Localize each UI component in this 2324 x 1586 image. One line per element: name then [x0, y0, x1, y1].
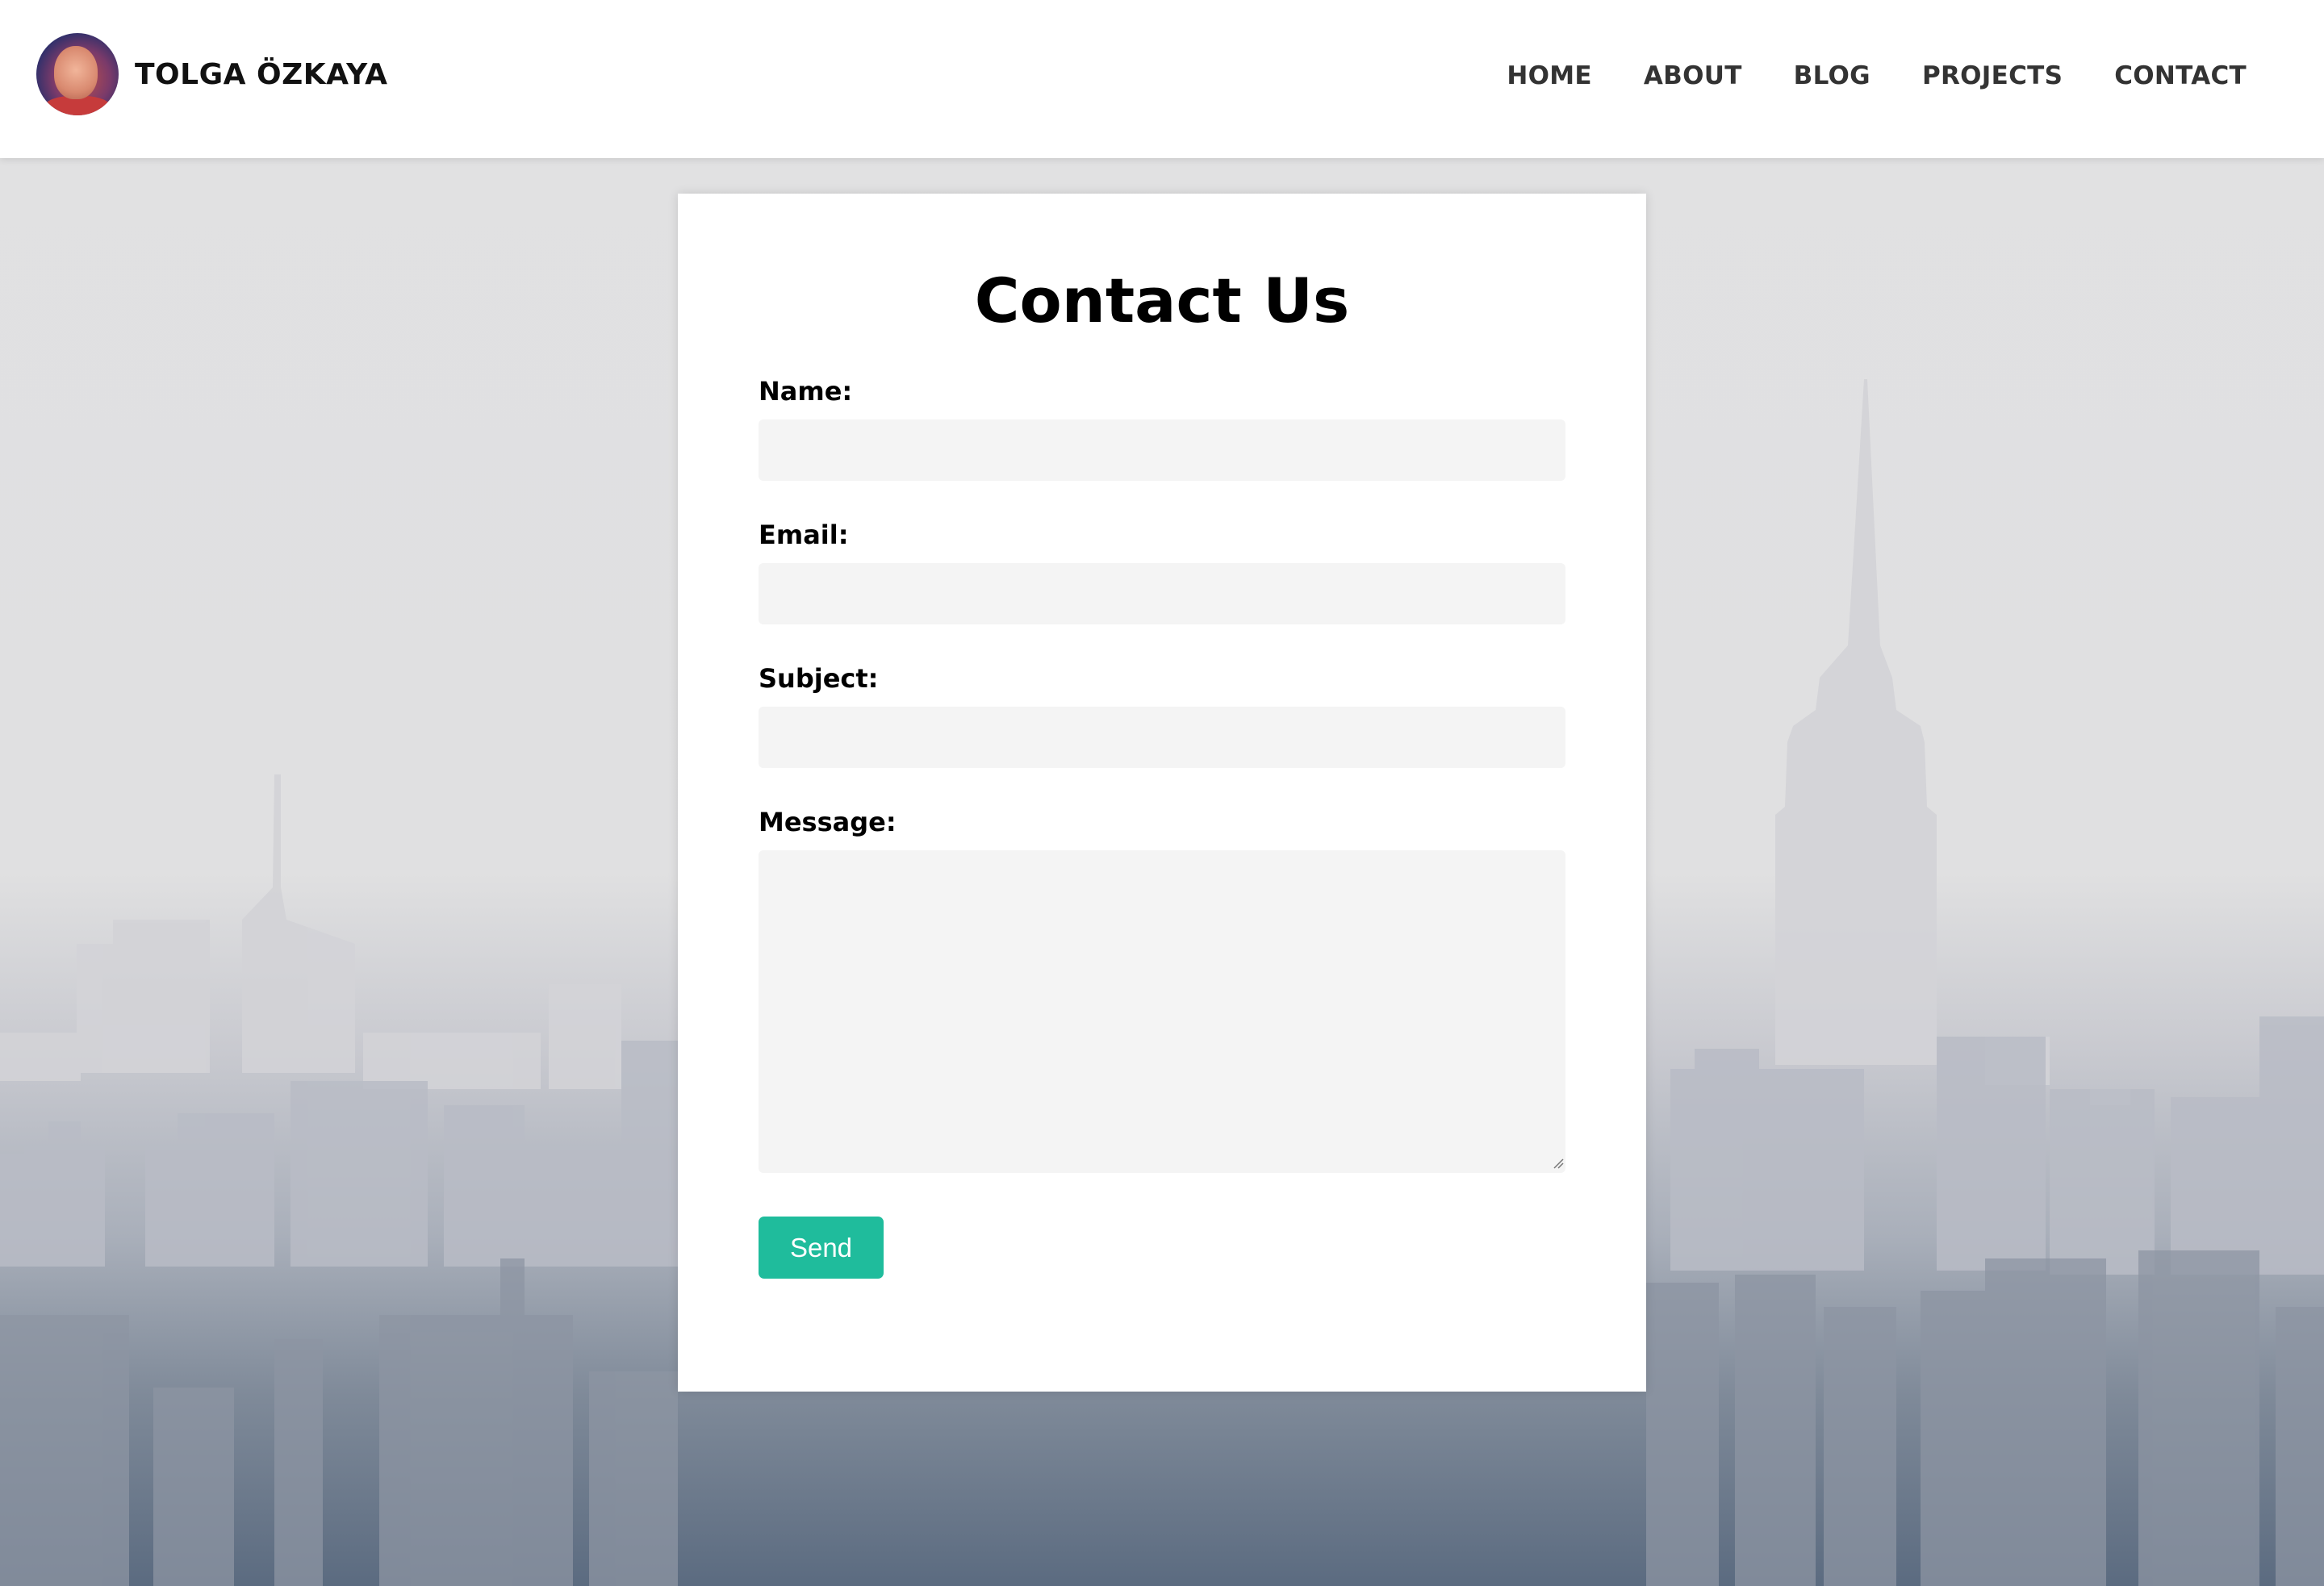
- nav-item-home[interactable]: HOME: [1507, 61, 1592, 90]
- brand[interactable]: TOLGA ÖZKAYA: [36, 32, 388, 116]
- name-field[interactable]: [759, 419, 1565, 481]
- nav-item-blog[interactable]: BLOG: [1794, 61, 1870, 90]
- site-header: TOLGA ÖZKAYA HOME ABOUT BLOG PROJECTS CO…: [0, 0, 2324, 158]
- email-field[interactable]: [759, 563, 1565, 624]
- nav-item-contact[interactable]: CONTACT: [2114, 61, 2247, 90]
- subject-label: Subject:: [759, 663, 879, 694]
- send-button[interactable]: Send: [759, 1217, 884, 1279]
- main-nav: HOME ABOUT BLOG PROJECTS CONTACT: [1455, 61, 2247, 90]
- name-label: Name:: [759, 376, 853, 407]
- nav-item-about[interactable]: ABOUT: [1644, 61, 1742, 90]
- subject-field[interactable]: [759, 707, 1565, 768]
- contact-card: Contact Us Name: Email: Subject: Message…: [678, 194, 1646, 1392]
- message-label: Message:: [759, 807, 897, 837]
- brand-name[interactable]: TOLGA ÖZKAYA: [135, 58, 388, 91]
- avatar: [36, 33, 119, 115]
- resize-grip-icon[interactable]: [1553, 1158, 1564, 1169]
- avatar-face: [54, 46, 98, 99]
- page-title: Contact Us: [974, 265, 1350, 336]
- nav-item-projects[interactable]: PROJECTS: [1922, 61, 2063, 90]
- message-field[interactable]: [759, 850, 1565, 1173]
- email-label: Email:: [759, 520, 849, 550]
